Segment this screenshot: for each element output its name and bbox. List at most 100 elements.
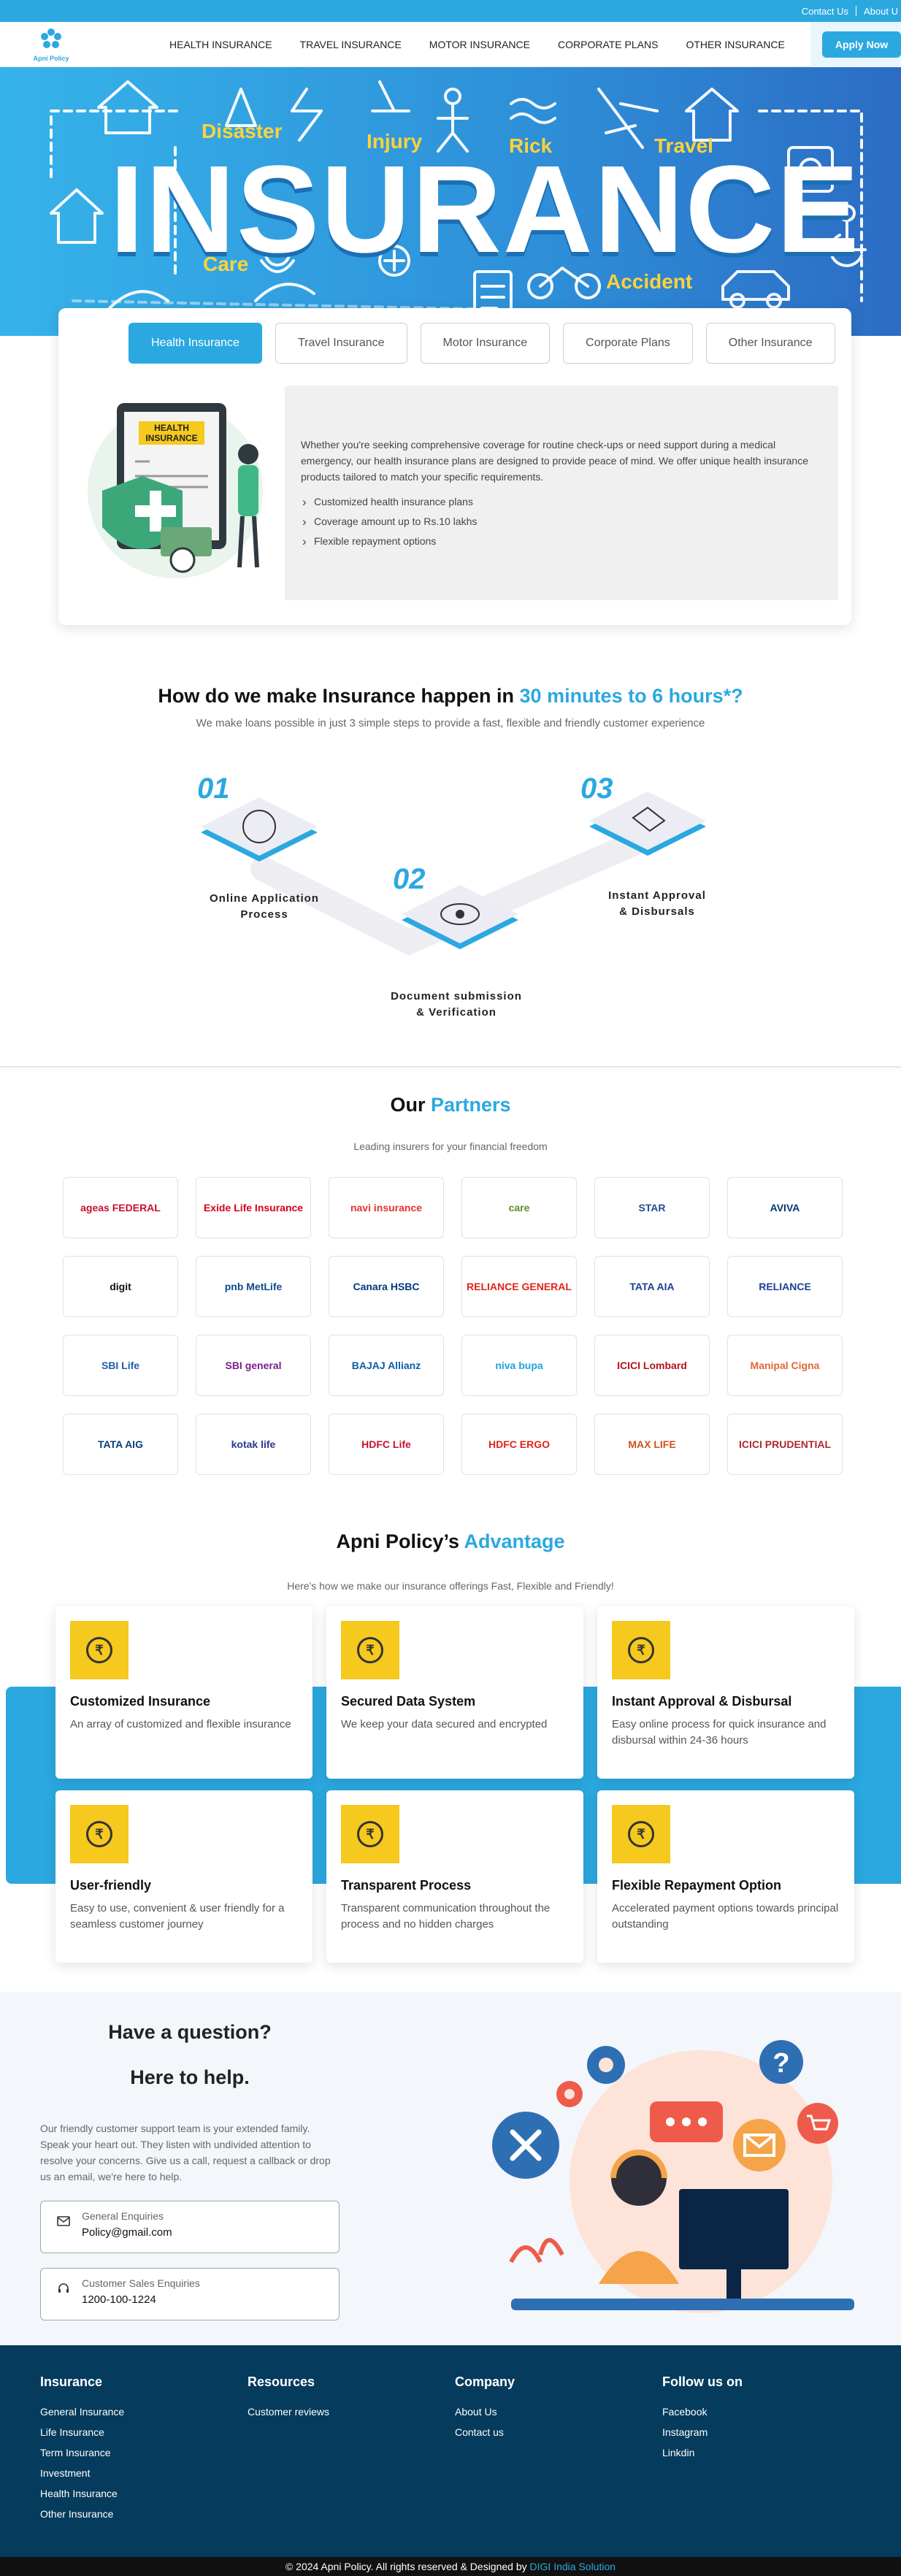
rupee-glyph: ₹ [628,1637,654,1663]
linkedin-link[interactable]: Linkdin [662,2442,743,2463]
tab-other-insurance[interactable]: Other Insurance [705,323,835,364]
partner-logo: TATA AIG [63,1414,178,1475]
advantage-title-prefix: Apni Policy’s [336,1530,464,1552]
contact-us-link[interactable]: Contact Us [802,6,848,17]
partners-title-prefix: Our [390,1094,431,1116]
designer-link[interactable]: DIGI India Solution [530,2561,616,2572]
footer-link[interactable]: Life Insurance [40,2422,124,2442]
partner-logo: HDFC ERGO [461,1414,577,1475]
step-2-label: Document submission & Verification [380,989,533,1021]
footer-link[interactable]: Health Insurance [40,2483,124,2504]
partner-logo: ICICI Lombard [594,1335,710,1396]
tab-corporate-plans[interactable]: Corporate Plans [563,323,693,364]
partner-logo: MAX LIFE [594,1414,710,1475]
footer-col-title: Insurance [40,2374,103,2389]
advantage-card-title: Flexible Repayment Option [612,1878,782,1893]
advantage-card: ₹ User-friendly Easy to use, convenient … [55,1790,313,1963]
step-1-number: 01 [197,773,230,805]
rupee-glyph: ₹ [628,1821,654,1847]
tab-health-insurance[interactable]: Health Insurance [129,323,262,364]
rupee-icon: ₹ [612,1621,670,1679]
partner-logo: kotak life [196,1414,311,1475]
nav-other-insurance[interactable]: OTHER INSURANCE [686,39,784,50]
nav-corporate-plans[interactable]: CORPORATE PLANS [558,39,658,50]
advantage-grid: ₹ Customized Insurance An array of custo… [55,1606,854,1963]
partner-logo: pnb MetLife [196,1256,311,1317]
footer-link[interactable]: Other Insurance [40,2504,124,2524]
nav-health-insurance[interactable]: HEALTH INSURANCE [169,39,272,50]
tab-content-panel: Whether you're seeking comprehensive cov… [285,386,838,600]
advantage-card-text: Transparent communication throughout the… [341,1902,551,1931]
tab-feature-item: Customized health insurance plans [301,492,824,512]
footer-link[interactable]: About Us [455,2401,515,2422]
instagram-link[interactable]: Instagram [662,2422,743,2442]
facebook-link[interactable]: Facebook [662,2401,743,2422]
insurance-tabs-card: Health Insurance Travel Insurance Motor … [58,308,851,625]
footer-col-social: Follow us on Facebook Instagram Linkdin [662,2374,743,2463]
footer-link[interactable]: Customer reviews [248,2401,329,2422]
step-1-label-line1: Online Application [210,892,319,905]
advantage-card-title: User-friendly [70,1878,152,1893]
step-2-label-line1: Document submission [391,990,522,1003]
nav-travel-insurance[interactable]: TRAVEL INSURANCE [300,39,402,50]
top-strip: Contact Us About U [0,0,901,22]
rupee-glyph: ₹ [86,1821,112,1847]
headset-icon [58,2283,69,2293]
tab-travel-insurance[interactable]: Travel Insurance [275,323,407,364]
rupee-icon: ₹ [70,1621,129,1679]
advantage-card-title: Customized Insurance [70,1694,211,1709]
about-us-link[interactable]: About U [864,6,898,17]
advantage-card-text: We keep your data secured and encrypted [341,1718,548,1730]
help-title-2: Here to help. [130,2066,250,2088]
top-links: Contact Us About U [802,0,901,22]
partner-logo: HDFC Life [329,1414,444,1475]
advantage-card-text: Accelerated payment options towards prin… [612,1902,839,1931]
logo-text: Apni Policy [33,55,69,62]
apply-now-button[interactable]: Apply Now [822,31,901,58]
phone-label: Customer Sales Enquiries [82,2277,200,2289]
illus-title-line1: HEALTH [154,423,189,433]
steps-title-highlight: 30 minutes to 6 hours*? [519,685,743,707]
partner-logo: care [461,1177,577,1238]
health-insurance-illustration: HEALTH INSURANCE [88,403,263,578]
advantage-card: ₹ Customized Insurance An array of custo… [55,1606,313,1779]
step-1-label: Online Application Process [191,891,337,923]
footer-col-title: Follow us on [662,2374,743,2389]
advantage-card: ₹ Flexible Repayment Option Accelerated … [597,1790,854,1963]
phone-value[interactable]: 1200-100-1224 [82,2293,339,2306]
advantage-title: Apni Policy’s Advantage [0,1530,901,1553]
partner-logo: navi insurance [329,1177,444,1238]
partner-logo: SBI Life [63,1335,178,1396]
partner-logo: ageas FEDERAL [63,1177,178,1238]
partner-logo: RELIANCE GENERAL [461,1256,577,1317]
nav-motor-insurance[interactable]: MOTOR INSURANCE [429,39,530,50]
footer-link[interactable]: Contact us [455,2422,515,2442]
step-1-tile [201,797,318,862]
site-logo[interactable]: Apni Policy [29,26,73,63]
insurance-tabs: Health Insurance Travel Insurance Motor … [129,323,835,364]
partner-logo: SBI general [196,1335,311,1396]
footer-link[interactable]: General Insurance [40,2401,124,2422]
rupee-icon: ₹ [612,1805,670,1863]
advantage-card-title: Instant Approval & Disbursal [612,1694,792,1709]
footer-col-insurance: Insurance General Insurance Life Insuran… [40,2374,124,2524]
steps-diagram: 01 02 03 Online Application Process Docu… [0,759,901,1051]
customer-sales-box[interactable]: Customer Sales Enquiries 1200-100-1224 [40,2268,340,2320]
tab-motor-insurance[interactable]: Motor Insurance [420,323,551,364]
footer-col-company: Company About Us Contact us [455,2374,515,2442]
footer-link[interactable]: Investment [40,2463,124,2483]
advantage-card-text: An array of customized and flexible insu… [70,1718,291,1730]
partners-title: Our Partners [0,1094,901,1116]
advantage-card-title: Secured Data System [341,1694,476,1709]
general-enquiries-box[interactable]: General Enquiries Policy@gmail.com [40,2201,340,2253]
step-3-label-line2: & Disbursals [619,905,695,918]
step-2-number: 02 [393,863,426,895]
tab-description: Whether you're seeking comprehensive cov… [301,439,808,483]
footer-link[interactable]: Term Insurance [40,2442,124,2463]
advantage-card: ₹ Secured Data System We keep your data … [326,1606,583,1779]
help-section: Have a question? Here to help. Our frien… [0,1992,901,2345]
partner-logo: digit [63,1256,178,1317]
hero-banner: Disaster Injury Rick Travel Care Acciden… [0,67,901,336]
rupee-glyph: ₹ [357,1821,383,1847]
email-value[interactable]: Policy@gmail.com [82,2226,339,2239]
